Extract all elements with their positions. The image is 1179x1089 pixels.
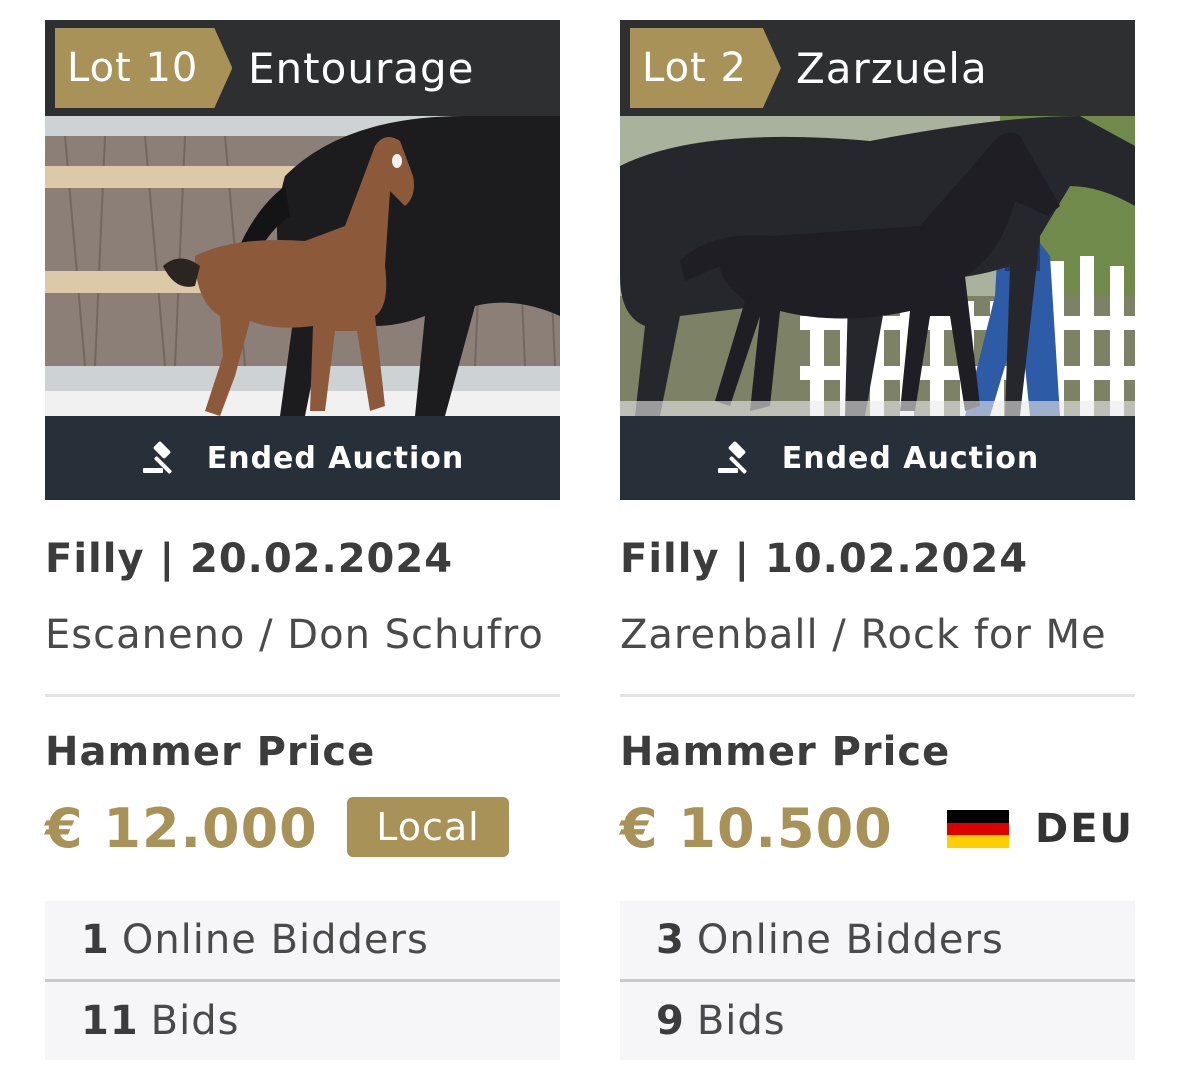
auction-status-bar: Ended Auction	[620, 416, 1135, 500]
online-bidders-label: Online Bidders	[696, 917, 1004, 963]
bids-count: 9	[656, 998, 685, 1044]
card-header: Lot 10 Entourage	[45, 20, 560, 116]
horse-name[interactable]: Zarzuela	[796, 20, 988, 116]
hammer-price-value: € 10.500	[620, 797, 893, 860]
bids-label: Bids	[150, 998, 240, 1044]
pedigree: Zarenball / Rock for Me	[620, 612, 1107, 658]
bids-row: 11 Bids	[45, 979, 560, 1060]
foal-and-mare-image	[620, 116, 1135, 416]
lot-badge: Lot 10	[55, 28, 232, 108]
hammer-price-label: Hammer Price	[45, 729, 376, 775]
hammer-price-value: € 12.000	[45, 797, 318, 860]
foal-and-mare-image	[45, 116, 560, 416]
online-bidders-label: Online Bidders	[121, 917, 429, 963]
bids-label: Bids	[696, 998, 786, 1044]
pedigree: Escaneno / Don Schufro	[45, 612, 544, 658]
bids-row: 9 Bids	[620, 979, 1135, 1060]
sex-and-date: Filly | 10.02.2024	[620, 536, 1029, 582]
auction-status-label: Ended Auction	[206, 440, 465, 476]
auction-card-lot-2[interactable]: Lot 2 Zarzuela Ended Auction Filly | 10.…	[620, 20, 1135, 1060]
online-bidders-row: 3 Online Bidders	[620, 901, 1135, 979]
divider	[620, 694, 1135, 697]
buyer-country: DEU	[947, 797, 1134, 861]
buyer-country-code: DEU	[1035, 806, 1135, 852]
sex-and-date: Filly | 20.02.2024	[45, 536, 454, 582]
online-bidders-count: 1	[81, 917, 110, 963]
online-bidders-row: 1 Online Bidders	[45, 901, 560, 979]
online-bidders-count: 3	[656, 917, 685, 963]
hammer-price-label: Hammer Price	[620, 729, 951, 775]
price-row: € 10.500 DEU	[620, 797, 1135, 861]
germany-flag-icon	[947, 810, 1009, 849]
buyer-local-badge: Local	[347, 797, 509, 857]
auction-status-bar: Ended Auction	[45, 416, 560, 500]
gavel-icon	[142, 441, 172, 474]
auction-status-label: Ended Auction	[781, 440, 1040, 476]
horse-photo[interactable]	[45, 116, 560, 416]
divider	[45, 694, 560, 697]
horse-name[interactable]: Entourage	[248, 20, 474, 116]
price-row: € 12.000 Local	[45, 797, 560, 861]
bid-stats: 1 Online Bidders 11 Bids	[45, 901, 560, 1060]
bid-stats: 3 Online Bidders 9 Bids	[620, 901, 1135, 1060]
horse-photo[interactable]	[620, 116, 1135, 416]
auction-card-lot-10[interactable]: Lot 10 Entourage Ended Auction Filly | 2…	[45, 20, 560, 1060]
card-header: Lot 2 Zarzuela	[620, 20, 1135, 116]
lot-badge: Lot 2	[630, 28, 781, 108]
bids-count: 11	[81, 998, 139, 1044]
gavel-icon	[717, 441, 747, 474]
